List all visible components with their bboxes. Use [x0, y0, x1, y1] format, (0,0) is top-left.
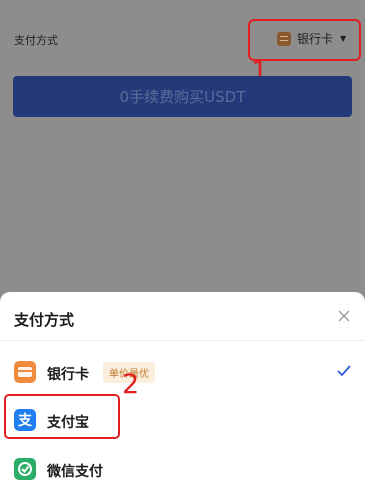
- check-icon: [337, 365, 351, 377]
- annotation-box-1: [248, 19, 361, 61]
- option-wechat-pay[interactable]: 微信支付: [0, 450, 365, 490]
- option-bank-card[interactable]: 银行卡 单价最优: [0, 353, 365, 393]
- option-label-wechat-pay: 微信支付: [47, 464, 103, 480]
- wechat-pay-icon: [14, 458, 36, 480]
- bank-card-icon: [14, 361, 36, 383]
- option-label-bank-card: 银行卡: [47, 367, 89, 383]
- annotation-number-2: 2: [122, 369, 140, 400]
- sheet-header: 支付方式: [0, 292, 365, 341]
- buy-usdt-button[interactable]: 0手续费购买USDT: [13, 76, 352, 117]
- sheet-title: 支付方式: [14, 311, 75, 329]
- screen: 支付方式 银行卡 ▼ 1 0手续费购买USDT 支付方式 银行卡 单价最优 支 …: [0, 0, 365, 500]
- close-icon[interactable]: [337, 309, 351, 323]
- annotation-box-2: [4, 394, 120, 439]
- payment-method-label: 支付方式: [14, 34, 58, 47]
